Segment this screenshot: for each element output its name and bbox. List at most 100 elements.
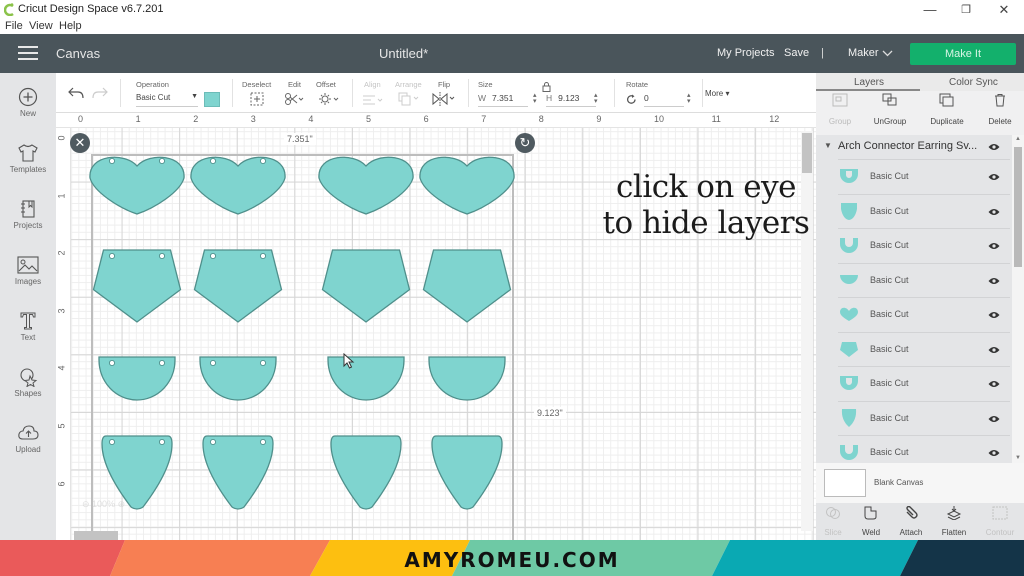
- delete-handle-icon[interactable]: ✕: [70, 133, 90, 153]
- heart-shape[interactable]: [89, 156, 185, 215]
- eye-icon[interactable]: [988, 173, 1000, 181]
- rotate-handle-icon[interactable]: ↻: [515, 133, 535, 153]
- eye-icon[interactable]: [988, 311, 1000, 319]
- layer-row[interactable]: Basic Cut: [838, 297, 1010, 331]
- trash-icon: [995, 94, 1005, 107]
- group-button[interactable]: Group: [814, 93, 866, 126]
- sidebar-item-projects[interactable]: Projects: [0, 199, 56, 230]
- weld-button[interactable]: Weld: [850, 506, 892, 537]
- delete-button[interactable]: Delete: [974, 93, 1024, 126]
- jump-ring-hole: [158, 359, 166, 367]
- layer-row[interactable]: Basic Cut: [838, 366, 1010, 400]
- save-button[interactable]: Save: [784, 47, 809, 59]
- design-canvas[interactable]: 0 1 2 3 4 5 6 7 8 9 10 11 12 0123456 7.351" 9.123" ✕…: [56, 113, 816, 540]
- rotate-field[interactable]: 0: [644, 93, 684, 107]
- menu-help[interactable]: Help: [59, 20, 82, 32]
- menu-file[interactable]: File: [5, 20, 23, 32]
- attach-button[interactable]: Attach: [890, 505, 932, 537]
- height-field[interactable]: H 9.123: [546, 93, 596, 107]
- eye-icon[interactable]: [988, 346, 1000, 354]
- sidebar-label-text: Text: [20, 333, 36, 342]
- width-field[interactable]: W 7.351: [478, 93, 528, 107]
- restore-button[interactable]: ❐: [948, 1, 984, 19]
- tab-layers[interactable]: Layers: [854, 77, 884, 88]
- heart-shape[interactable]: [318, 156, 414, 215]
- lock-icon[interactable]: [542, 81, 551, 92]
- more-button[interactable]: More ▾: [705, 89, 729, 98]
- chevron-down-icon[interactable]: [882, 50, 893, 57]
- sidebar-item-shapes[interactable]: Shapes: [0, 367, 56, 398]
- layer-row[interactable]: Basic Cut: [838, 435, 1010, 463]
- sidebar-item-templates[interactable]: Templates: [0, 143, 56, 174]
- shield-shape[interactable]: [202, 435, 274, 510]
- operation-color-swatch[interactable]: [204, 92, 220, 107]
- width-stepper[interactable]: ▴ ▾: [533, 92, 537, 105]
- redo-icon[interactable]: [92, 87, 108, 99]
- my-projects-link[interactable]: My Projects: [717, 47, 774, 59]
- sidebar-item-text[interactable]: Text: [0, 311, 56, 342]
- hamburger-menu-icon[interactable]: [18, 46, 38, 61]
- half-shape[interactable]: [327, 356, 405, 401]
- sidebar-item-upload[interactable]: Upload: [0, 423, 56, 454]
- layer-row[interactable]: Basic Cut: [838, 228, 1010, 262]
- layer-row[interactable]: Basic Cut: [838, 331, 1010, 366]
- layer-row[interactable]: Basic Cut: [838, 193, 1010, 228]
- layer-thumbnail: [841, 202, 857, 220]
- make-it-button[interactable]: Make It: [910, 43, 1016, 65]
- pentagon-shape[interactable]: [193, 249, 283, 323]
- width-value: 7.351: [492, 93, 514, 103]
- sidebar-item-new[interactable]: New: [0, 87, 56, 118]
- pentagon-shape[interactable]: [92, 249, 182, 323]
- heart-shape[interactable]: [419, 156, 515, 215]
- layer-row[interactable]: Basic Cut: [838, 400, 1010, 435]
- shield-shape[interactable]: [330, 435, 402, 510]
- offset-icon[interactable]: [318, 92, 340, 106]
- undo-icon[interactable]: [68, 87, 84, 99]
- height-stepper[interactable]: ▴ ▾: [594, 92, 598, 105]
- slice-button[interactable]: Slice: [812, 506, 854, 537]
- shield-shape[interactable]: [431, 435, 503, 510]
- operation-select[interactable]: Basic Cut ▼: [136, 93, 198, 107]
- jump-ring-hole: [108, 252, 116, 260]
- machine-select[interactable]: Maker: [848, 47, 879, 59]
- duplicate-button[interactable]: Duplicate: [921, 93, 973, 126]
- eye-icon[interactable]: [988, 242, 1000, 250]
- eye-icon[interactable]: [988, 208, 1000, 216]
- eye-icon[interactable]: [988, 415, 1000, 423]
- eye-icon[interactable]: [988, 143, 1000, 151]
- rotate-stepper[interactable]: ▴ ▾: [687, 92, 691, 105]
- layer-row[interactable]: Basic Cut: [838, 159, 1010, 193]
- height-prefix: H: [546, 93, 553, 103]
- zoom-control[interactable]: ⊖ 100% ⊕: [82, 499, 125, 510]
- arrange-icon[interactable]: [398, 92, 420, 106]
- align-icon[interactable]: [362, 94, 384, 106]
- ungroup-button[interactable]: UnGroup: [864, 93, 916, 126]
- jump-ring-hole: [108, 359, 116, 367]
- heart-shape[interactable]: [190, 156, 286, 215]
- tab-color-sync[interactable]: Color Sync: [949, 77, 998, 88]
- app-header: Canvas Untitled* My Projects Save | Make…: [0, 34, 1024, 73]
- close-window-button[interactable]: ✕: [986, 1, 1022, 19]
- pentagon-shape[interactable]: [422, 249, 512, 323]
- eye-icon[interactable]: [988, 277, 1000, 285]
- deselect-icon[interactable]: [250, 92, 264, 106]
- layer-name: Basic Cut: [870, 205, 909, 216]
- blank-canvas-row[interactable]: Blank Canvas: [816, 463, 1024, 503]
- jump-ring-hole: [259, 157, 267, 165]
- eye-icon[interactable]: [988, 380, 1000, 388]
- edit-scissors-icon[interactable]: [284, 92, 304, 106]
- eye-icon[interactable]: [988, 449, 1000, 457]
- flip-icon[interactable]: [432, 92, 456, 106]
- half-shape[interactable]: [428, 356, 506, 401]
- layers-scrollbar[interactable]: ▲ ▼: [1012, 135, 1024, 463]
- pentagon-shape[interactable]: [321, 249, 411, 323]
- flatten-button[interactable]: Flatten: [933, 506, 975, 537]
- layer-row[interactable]: Basic Cut: [838, 262, 1010, 297]
- canvas-horizontal-scrollbar[interactable]: [74, 531, 118, 540]
- contour-button[interactable]: Contour: [979, 506, 1021, 537]
- minimize-button[interactable]: —: [912, 1, 948, 19]
- collapse-caret-icon[interactable]: ▼: [824, 141, 832, 150]
- sidebar-item-images[interactable]: Images: [0, 255, 56, 286]
- layer-group-row[interactable]: ▼ Arch Connector Earring Sv...: [816, 135, 1012, 159]
- menu-view[interactable]: View: [29, 20, 53, 32]
